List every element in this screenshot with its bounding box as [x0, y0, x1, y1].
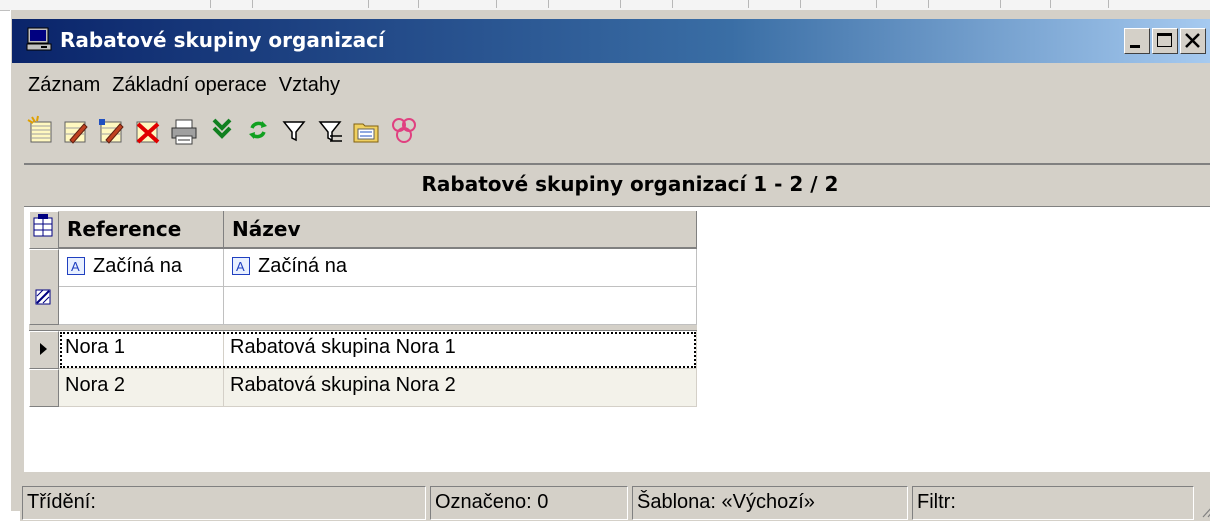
current-row-arrow-icon [40, 343, 47, 355]
import-button[interactable] [206, 114, 238, 148]
window-title: Rabatové skupiny organizací [60, 28, 385, 52]
delete-record-icon [136, 121, 160, 144]
edit-copy-button[interactable] [96, 114, 128, 148]
status-bar: Třídění: Označeno: 0 Šablona: «Výchozí» … [20, 484, 1210, 521]
monitor-icon[interactable] [26, 27, 52, 51]
column-header-reference[interactable]: Reference [59, 211, 224, 249]
minimize-icon [1130, 45, 1140, 48]
filter-icon [282, 121, 306, 142]
grid-title: Rabatové skupiny organizací 1 - 2 / 2 [421, 172, 839, 196]
column-header-nazev[interactable]: Název [224, 211, 697, 249]
edit-record-icon [64, 121, 88, 144]
new-record-icon [27, 115, 52, 143]
filter-nazev-label: Začíná na [258, 255, 347, 277]
grid-header-band: Rabatové skupiny organizací 1 - 2 / 2 [24, 163, 1210, 207]
filter-reference[interactable]: A Začíná na [59, 249, 224, 287]
links-icon [392, 118, 416, 143]
menu-vztahy[interactable]: Vztahy [273, 68, 346, 101]
new-record-button[interactable] [26, 114, 58, 148]
filter-button[interactable] [278, 114, 310, 148]
data-grid: Reference Název A Začíná na A Začíná na [29, 211, 697, 407]
refresh-button[interactable] [242, 114, 274, 148]
filter-reference-label: Začíná na [93, 255, 182, 277]
filter-toggle-button[interactable] [29, 249, 59, 325]
menu-zakladni-operace[interactable]: Základní operace [106, 68, 273, 101]
table-row-2-reference[interactable]: Nora 2 [59, 369, 224, 407]
text-filter-icon: A [67, 257, 85, 275]
menu-bar: Záznam Základní operace Vztahy [22, 68, 346, 104]
edit-record-button[interactable] [60, 114, 92, 148]
row-selector[interactable] [29, 369, 59, 407]
folder-button[interactable] [350, 114, 382, 148]
folder-icon [353, 123, 379, 143]
table-row-2-nazev[interactable]: Rabatová skupina Nora 2 [224, 369, 697, 407]
filter-clear-icon [318, 121, 342, 142]
application-window: Rabatové skupiny organizací Záznam Základ… [10, 10, 1210, 521]
refresh-icon [249, 121, 267, 139]
import-arrow-icon [212, 118, 232, 139]
title-bar[interactable]: Rabatové skupiny organizací [12, 19, 1210, 63]
filter-reference-value[interactable] [59, 287, 224, 325]
maximize-icon [1157, 33, 1172, 47]
status-marked: Označeno: 0 [430, 486, 628, 520]
filter-edit-icon [35, 289, 51, 305]
svg-text:A: A [236, 259, 245, 274]
close-button[interactable] [1180, 28, 1206, 54]
minimize-button[interactable] [1124, 28, 1150, 54]
print-button[interactable] [168, 114, 200, 148]
resize-grip-icon[interactable] [1200, 502, 1210, 518]
edit-copy-icon [99, 119, 124, 144]
svg-text:A: A [71, 259, 80, 274]
print-icon [171, 119, 197, 145]
links-button[interactable] [388, 114, 420, 148]
menu-zaznam[interactable]: Záznam [22, 68, 106, 101]
selected-row-focus [59, 331, 697, 369]
maximize-button[interactable] [1152, 28, 1178, 54]
delete-record-button[interactable] [132, 114, 164, 148]
client-area: Reference Název A Začíná na A Začíná na [24, 207, 1210, 472]
status-template: Šablona: «Výchozí» [632, 486, 908, 520]
filter-nazev[interactable]: A Začíná na [224, 249, 697, 287]
status-sort: Třídění: [22, 486, 426, 520]
status-filter: Filtr: [912, 486, 1194, 520]
filter-nazev-value[interactable] [224, 287, 697, 325]
text-filter-icon: A [232, 257, 250, 275]
filter-clear-button[interactable] [314, 114, 346, 148]
close-icon [1185, 33, 1200, 48]
row-selector[interactable] [29, 331, 59, 369]
column-chooser-button[interactable] [29, 211, 59, 249]
column-chooser-icon [33, 214, 53, 237]
